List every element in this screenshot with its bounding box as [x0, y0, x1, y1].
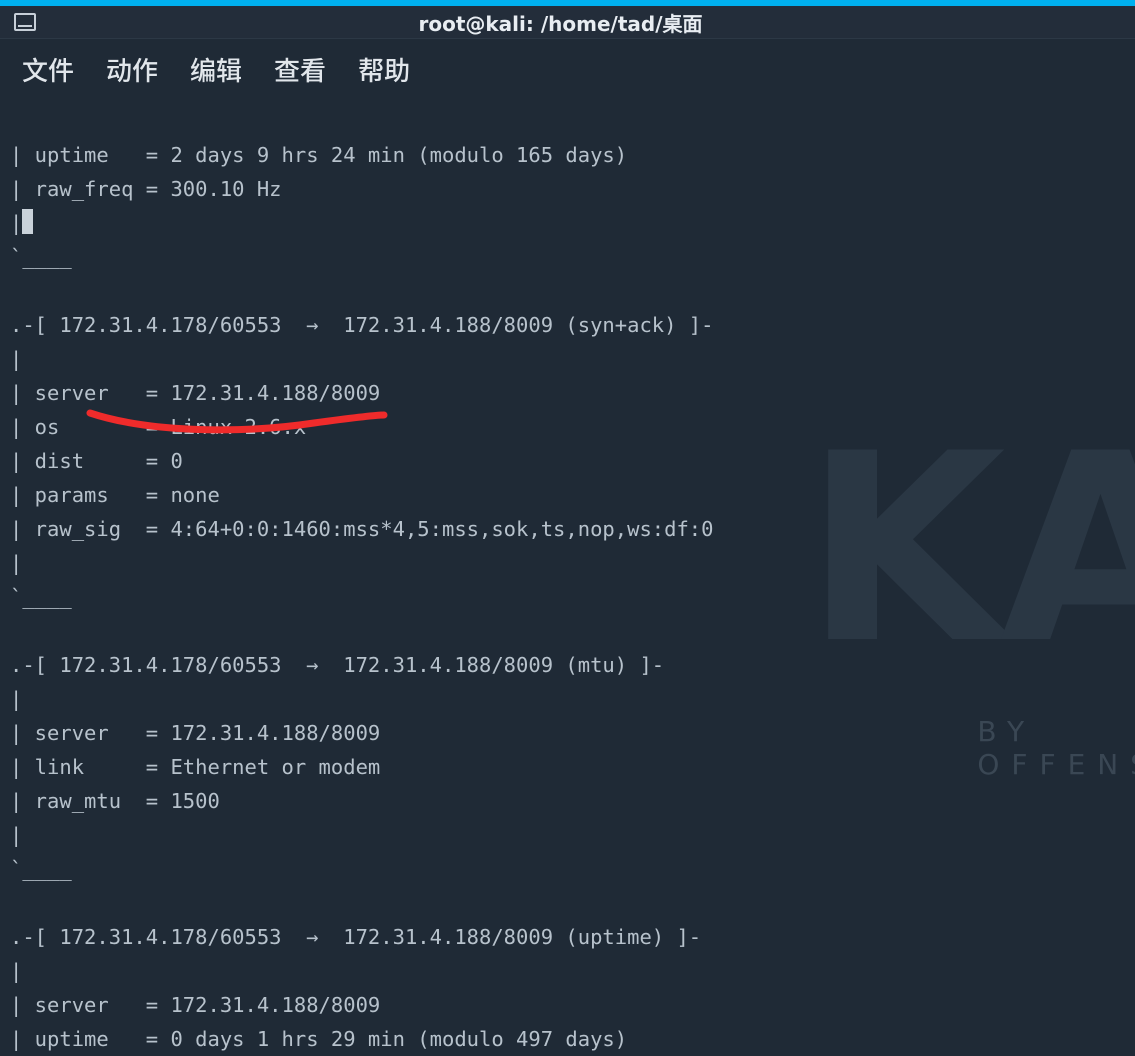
term-line: |: [10, 959, 22, 983]
menu-actions[interactable]: 动作: [106, 51, 158, 88]
term-line: | server = 172.31.4.188/8009: [10, 381, 380, 405]
term-line: | uptime = 0 days 1 hrs 29 min (modulo 4…: [10, 1027, 627, 1051]
term-line: |: [10, 687, 22, 711]
term-line: | dist = 0: [10, 449, 183, 473]
term-line: | params = none: [10, 483, 220, 507]
terminal-icon: [14, 13, 36, 31]
term-line: | uptime = 2 days 9 hrs 24 min (modulo 1…: [10, 143, 627, 167]
term-line: |: [10, 347, 22, 371]
menu-bar: 文件 动作 编辑 查看 帮助: [0, 39, 1135, 98]
menu-view[interactable]: 查看: [274, 51, 326, 88]
term-line: |: [10, 823, 22, 847]
term-line: | link = Ethernet or modem: [10, 755, 380, 779]
menu-edit[interactable]: 编辑: [190, 51, 242, 88]
term-line: | os = Linux 2.6.x: [10, 415, 306, 439]
window-titlebar[interactable]: root@kali: /home/tad/桌面: [0, 6, 1135, 39]
menu-file[interactable]: 文件: [22, 51, 74, 88]
term-line: | raw_sig = 4:64+0:0:1460:mss*4,5:mss,so…: [10, 517, 714, 541]
menu-help[interactable]: 帮助: [358, 51, 410, 88]
term-line: | raw_freq = 300.10 Hz: [10, 177, 282, 201]
term-line: `____: [10, 245, 72, 269]
window-title: root@kali: /home/tad/桌面: [46, 8, 1135, 37]
term-line: | raw_mtu = 1500: [10, 789, 220, 813]
term-line: `____: [10, 857, 72, 881]
term-line: |: [10, 551, 22, 575]
term-line: .-[ 172.31.4.178/60553 → 172.31.4.188/80…: [10, 653, 664, 677]
term-line: | server = 172.31.4.188/8009: [10, 721, 380, 745]
term-line: .-[ 172.31.4.178/60553 → 172.31.4.188/80…: [10, 925, 701, 949]
term-line: `____: [10, 585, 72, 609]
terminal-output[interactable]: | uptime = 2 days 9 hrs 24 min (modulo 1…: [0, 98, 1135, 1056]
term-line: |: [10, 211, 22, 235]
term-line: .-[ 172.31.4.178/60553 → 172.31.4.188/80…: [10, 313, 714, 337]
terminal-cursor: [22, 209, 33, 234]
term-line: | server = 172.31.4.188/8009: [10, 993, 380, 1017]
